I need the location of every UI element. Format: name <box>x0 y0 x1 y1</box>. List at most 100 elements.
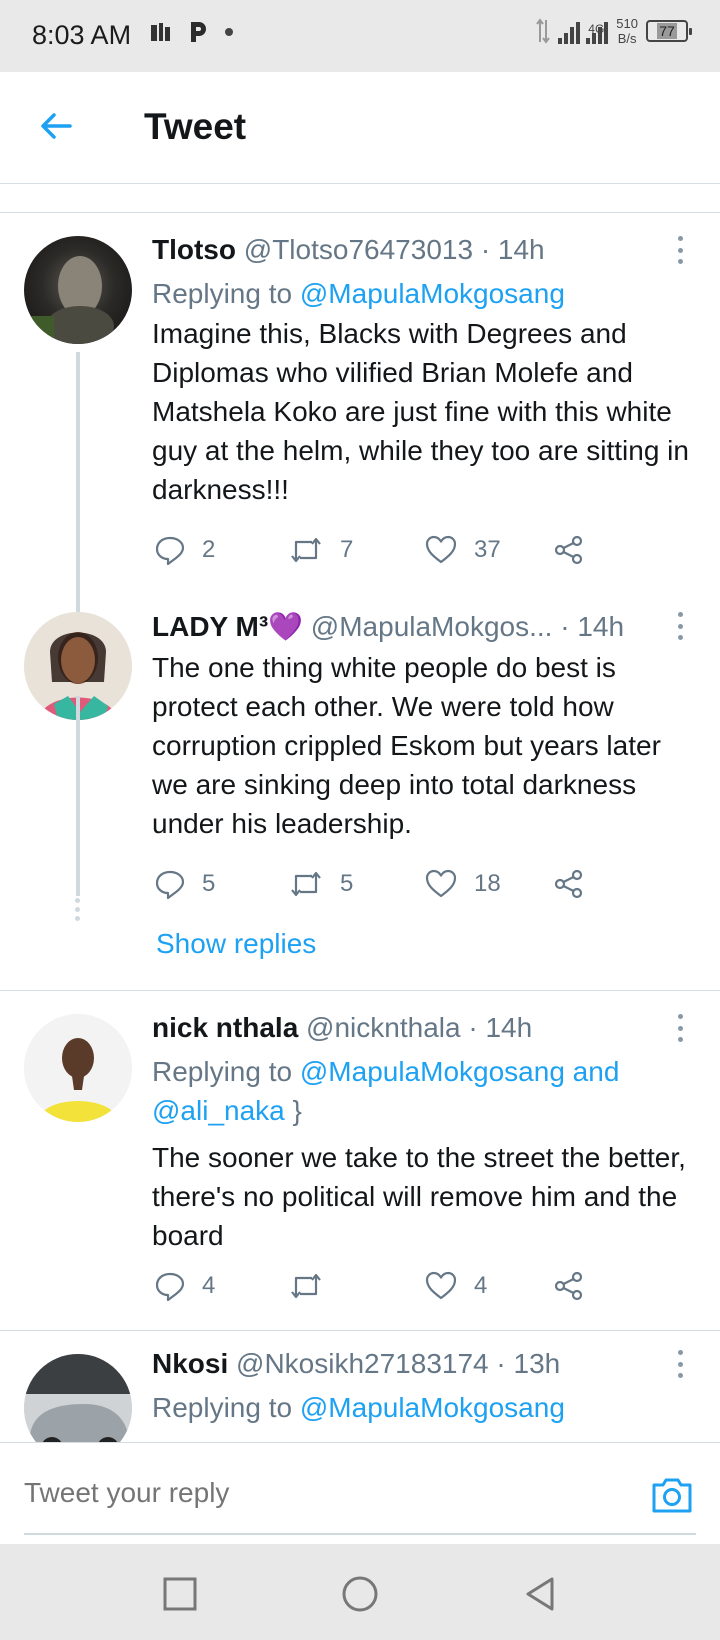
arrow-left-icon[interactable] <box>36 106 76 146</box>
share-button[interactable] <box>552 1266 586 1306</box>
avatar[interactable] <box>24 1014 132 1122</box>
tweet-text: The one thing white people do best is pr… <box>152 652 661 839</box>
mention-link[interactable]: @MapulaMokgosang <box>300 1392 565 1423</box>
more-options-icon[interactable] <box>670 1014 690 1042</box>
reply-composer <box>0 1442 720 1542</box>
avatar[interactable] <box>24 236 132 344</box>
top-app-bar: Tweet <box>0 72 720 184</box>
user-handle: @MapulaMokgos... <box>310 611 553 642</box>
like-count: 4 <box>474 1272 488 1299</box>
display-name[interactable]: LADY M³💜 <box>152 611 303 642</box>
like-button[interactable]: 4 <box>424 1266 487 1306</box>
recent-apps-icon[interactable] <box>160 1574 200 1614</box>
like-count: 18 <box>474 870 501 897</box>
battery-level: 77 <box>657 23 677 39</box>
replying-prefix: Replying to <box>152 1056 293 1087</box>
battery-icon: 77 <box>646 20 692 42</box>
like-count: 37 <box>474 536 501 563</box>
signal-group: 4G <box>558 18 609 44</box>
retweet-icon <box>291 871 321 897</box>
status-right: 4G 510 B/s 77 <box>536 16 692 46</box>
avatar[interactable] <box>24 1354 132 1442</box>
speed-unit: B/s <box>617 31 637 46</box>
tweet-header: LADY M³💜 @MapulaMokgos... · 14h <box>152 610 624 643</box>
sim-icon <box>151 23 170 41</box>
reply-count: 4 <box>202 1272 216 1299</box>
display-name[interactable]: nick nthala <box>152 1012 298 1043</box>
replying-to: Replying to @MapulaMokgosang and @ali_na… <box>152 1056 620 1126</box>
share-button[interactable] <box>552 530 586 570</box>
replying-prefix: Replying to <box>152 278 293 309</box>
tweet-thread: Tlotso @Tlotso76473013 · 14h Replying to… <box>0 212 720 992</box>
retweet-icon <box>291 537 321 563</box>
parking-app-icon <box>191 22 206 42</box>
avatar-image <box>24 1354 132 1442</box>
replying-prefix: Replying to <box>152 1392 293 1423</box>
tweet-time: · 14h <box>560 611 625 642</box>
user-handle: @Nkosikh27183174 <box>236 1348 489 1379</box>
dot-icon <box>225 28 233 36</box>
retweet-button[interactable]: 7 <box>288 530 353 570</box>
heart-icon <box>425 1271 457 1300</box>
signal-icon-1 <box>558 18 581 44</box>
share-icon <box>554 1271 583 1301</box>
reply-underline <box>24 1533 696 1535</box>
retweet-count: 7 <box>340 536 354 563</box>
mention-link[interactable]: @MapulaMokgosang <box>300 278 565 309</box>
reply-button[interactable]: 5 <box>154 864 215 904</box>
share-icon <box>554 869 583 899</box>
tweet-time: · 14h <box>480 234 545 265</box>
like-button[interactable]: 37 <box>424 530 501 570</box>
display-name[interactable]: Tlotso <box>152 234 236 265</box>
more-options-icon[interactable] <box>670 1350 690 1378</box>
replying-to: Replying to @MapulaMokgosang <box>152 274 692 313</box>
reply-button[interactable]: 2 <box>154 530 215 570</box>
mention-link[interactable]: @MapulaMokgosang <box>300 1056 565 1087</box>
camera-icon[interactable] <box>650 1475 694 1515</box>
user-handle: @Tlotso76473013 <box>243 234 474 265</box>
status-left-icons <box>150 20 234 44</box>
system-nav-bar <box>0 1544 720 1640</box>
back-triangle-icon[interactable] <box>520 1574 560 1614</box>
retweet-count: 5 <box>340 870 354 897</box>
replying-to: Replying to @MapulaMokgosang <box>152 1388 692 1427</box>
status-bar: 8:03 AM 4G 510 B/s 77 <box>0 0 720 72</box>
avatar-image <box>24 1014 132 1122</box>
display-name[interactable]: Nkosi <box>152 1348 228 1379</box>
tweet-header: nick nthala @nicknthala · 14h <box>152 1012 532 1044</box>
reply-button[interactable]: 4 <box>154 1266 215 1306</box>
retweet-button[interactable]: 5 <box>288 864 353 904</box>
speed-value: 510 <box>616 16 638 31</box>
show-replies-link[interactable]: Show replies <box>156 928 316 960</box>
tweet-header: Nkosi @Nkosikh27183174 · 13h <box>152 1348 560 1380</box>
home-icon[interactable] <box>340 1574 380 1614</box>
network-speed: 510 B/s <box>616 16 638 46</box>
network-type: 4G <box>588 22 605 36</box>
tweet: nick nthala @nicknthala · 14h Replying t… <box>0 990 720 1330</box>
thread-line <box>76 352 80 612</box>
reply-input[interactable] <box>24 1477 604 1509</box>
tweet-actions: 5 5 18 <box>152 864 622 904</box>
like-button[interactable]: 18 <box>424 864 501 904</box>
tweet-actions: 4 4 <box>152 1266 622 1306</box>
tweet-time: · 14h <box>468 1012 533 1043</box>
page-title: Tweet <box>144 106 247 147</box>
reply-icon <box>155 870 185 900</box>
more-options-icon[interactable] <box>670 236 690 264</box>
replying-and: and <box>572 1056 620 1087</box>
thread-line <box>76 696 80 896</box>
more-options-icon[interactable] <box>670 612 690 640</box>
share-button[interactable] <box>552 864 586 904</box>
reply-icon <box>155 536 185 566</box>
tweet-actions: 2 7 37 <box>152 530 622 570</box>
mention-link[interactable]: @ali_naka <box>152 1095 285 1126</box>
retweet-button[interactable] <box>288 1266 340 1306</box>
tweet-text: The sooner we take to the street the bet… <box>152 1142 686 1251</box>
status-time: 8:03 AM <box>32 20 132 50</box>
tweet-time: · 13h <box>496 1348 561 1379</box>
data-transfer-icon <box>536 18 551 44</box>
heart-icon <box>425 869 457 898</box>
tweet-header: Tlotso @Tlotso76473013 · 14h <box>152 234 545 266</box>
heart-icon <box>425 535 457 564</box>
reply-count: 2 <box>202 536 216 563</box>
